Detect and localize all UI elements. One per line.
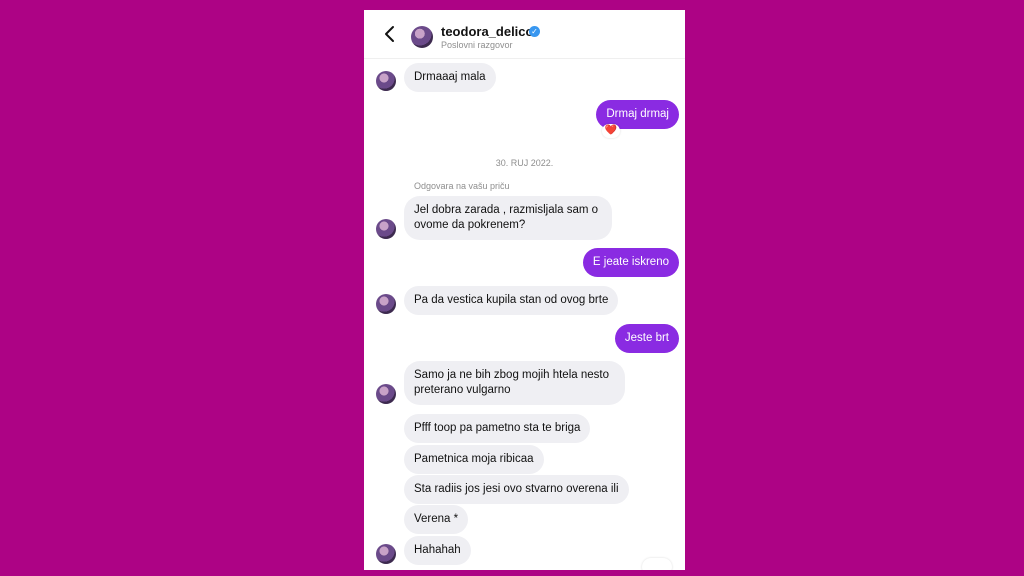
avatar[interactable] (376, 294, 396, 314)
verified-check-icon: ✓ (529, 26, 540, 37)
incoming-message[interactable]: Hahahah (404, 536, 471, 565)
incoming-message[interactable]: Jel dobra zarada , razmisljala sam o ovo… (404, 196, 612, 240)
incoming-message[interactable]: Pfff toop pa pametno sta te briga (404, 414, 591, 443)
avatar[interactable] (376, 219, 396, 239)
avatar[interactable] (376, 384, 396, 404)
avatar[interactable] (376, 544, 396, 564)
incoming-message[interactable]: Verena * (404, 505, 469, 534)
reply-note: Odgovara na vašu priču (414, 181, 510, 191)
incoming-message[interactable]: Pa da vestica kupila stan od ovog brte (404, 286, 619, 315)
incoming-message[interactable]: Pametnica moja ribicaa (404, 445, 544, 474)
incoming-message[interactable]: Samo ja ne bih zbog mojih htela nesto pr… (404, 361, 625, 405)
outgoing-message[interactable]: E jeate iskreno (582, 248, 679, 277)
partial-bubble (642, 558, 672, 570)
heart-reaction-icon[interactable]: ❤️ (602, 124, 620, 138)
avatar[interactable] (376, 71, 396, 91)
chat-subtitle: Poslovni razgovor (441, 40, 513, 50)
date-divider: 30. RUJ 2022. (495, 158, 554, 168)
chevron-left-icon[interactable] (380, 24, 400, 44)
incoming-message[interactable]: Drmaaaj mala (404, 63, 496, 92)
chat-header: teodora_delicc ✓ Poslovni razgovor (364, 10, 685, 59)
username[interactable]: teodora_delicc (441, 24, 533, 39)
incoming-message[interactable]: Sta radiis jos jesi ovo stvarno overena … (404, 475, 629, 504)
outgoing-message[interactable]: Jeste brt (614, 324, 679, 353)
chat-screen: teodora_delicc ✓ Poslovni razgovor Drmaa… (364, 10, 685, 570)
avatar[interactable] (411, 26, 433, 48)
